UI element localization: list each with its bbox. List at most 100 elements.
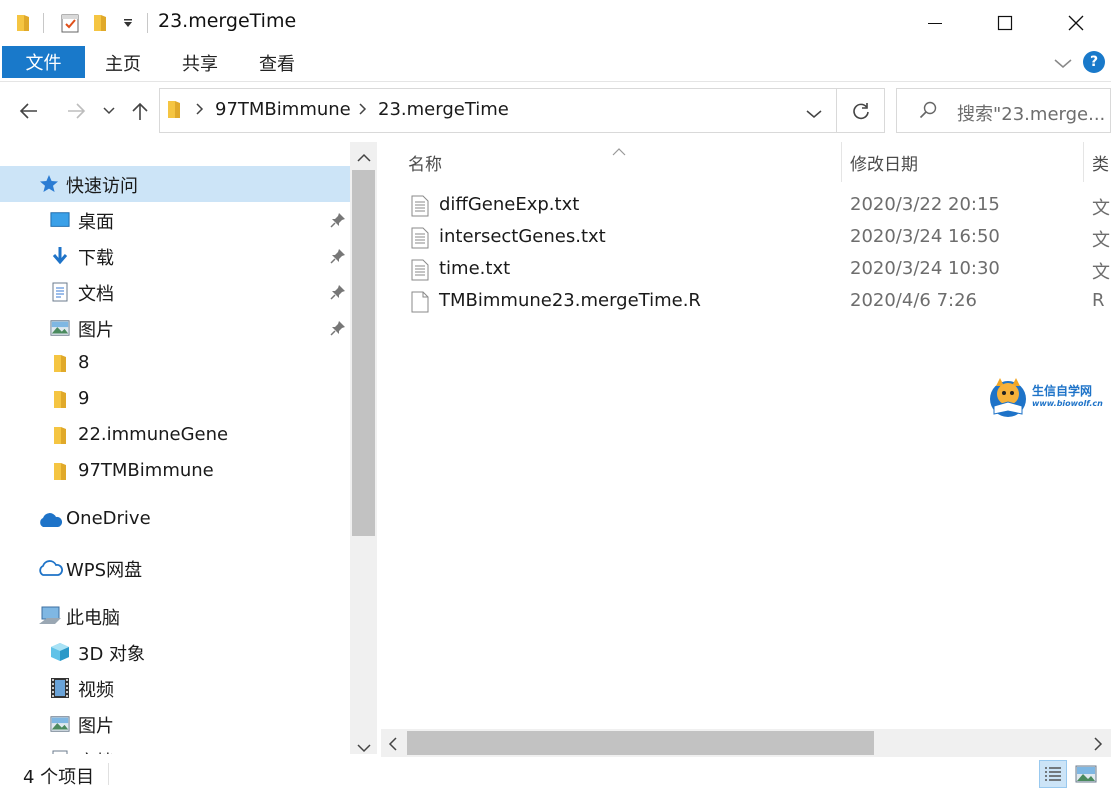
breadcrumb-97tmbimmune[interactable]: 97TMBimmune — [215, 99, 351, 120]
divider — [1083, 142, 1084, 182]
sort-ascending-icon — [611, 141, 627, 162]
download-icon — [50, 246, 70, 266]
content-hscrollbar-thumb[interactable] — [407, 731, 874, 755]
documents-icon — [50, 750, 70, 754]
tab-file[interactable]: 文件 — [2, 46, 85, 78]
navigation-pane: 快速访问 桌面 下载 文档 图片 8 9 22.immuneGene 97TMB… — [0, 142, 378, 754]
nav-item-3d-objects[interactable]: 3D 对象 — [0, 634, 350, 670]
item-count: 4 个项目 — [23, 767, 95, 788]
nav-label: 下载 — [78, 248, 114, 269]
details-view-button[interactable] — [1039, 760, 1067, 788]
properties-icon[interactable] — [57, 10, 83, 36]
new-folder-icon[interactable] — [89, 10, 111, 36]
file-row[interactable]: TMBimmune23.mergeTime.R 2020/4/6 7:26 R — [402, 287, 1111, 319]
nav-label: 此电脑 — [66, 608, 120, 629]
nav-label: 文档 — [78, 748, 114, 754]
nav-item-pictures-pc[interactable]: 图片 — [0, 706, 350, 742]
pin-icon[interactable] — [329, 319, 347, 337]
nav-label: 9 — [78, 388, 90, 409]
file-type: 文 — [1092, 198, 1110, 219]
nav-label: 97TMBimmune — [78, 460, 214, 481]
nav-item-downloads[interactable]: 下载 — [0, 238, 350, 274]
forward-button[interactable] — [61, 96, 91, 126]
nav-item-documents[interactable]: 文档 — [0, 274, 350, 310]
nav-item-pictures[interactable]: 图片 — [0, 310, 350, 346]
chevron-right-icon[interactable] — [195, 101, 205, 122]
file-row[interactable]: intersectGenes.txt 2020/3/24 16:50 文 — [402, 223, 1111, 255]
column-header-name[interactable]: 名称 — [408, 150, 442, 175]
tab-share[interactable]: 共享 — [182, 50, 218, 76]
pin-icon[interactable] — [329, 247, 347, 265]
file-date: 2020/3/24 16:50 — [850, 226, 1000, 247]
scroll-left-icon[interactable] — [387, 736, 399, 757]
nav-item-onedrive[interactable]: OneDrive — [0, 502, 350, 538]
divider — [43, 13, 44, 33]
nav-item-22-immunegene[interactable]: 22.immuneGene — [0, 418, 350, 454]
blank-file-icon — [411, 291, 429, 318]
up-button[interactable] — [125, 96, 155, 126]
search-box[interactable]: 搜索"23.merge... — [896, 88, 1111, 133]
nav-item-videos[interactable]: 视频 — [0, 670, 350, 706]
minimize-button[interactable] — [900, 0, 970, 46]
file-row[interactable]: diffGeneExp.txt 2020/3/22 20:15 文 — [402, 191, 1111, 223]
file-date: 2020/3/24 10:30 — [850, 258, 1000, 279]
nav-item-97tmbimmune[interactable]: 97TMBimmune — [0, 454, 350, 490]
tab-view[interactable]: 查看 — [259, 50, 295, 76]
nav-item-desktop[interactable]: 桌面 — [0, 202, 350, 238]
close-button[interactable] — [1041, 0, 1111, 46]
file-name: intersectGenes.txt — [439, 226, 606, 247]
nav-label: 图片 — [78, 716, 114, 737]
expand-ribbon-icon[interactable] — [1052, 52, 1074, 74]
nav-label: 3D 对象 — [78, 644, 146, 665]
nav-item-documents-pc[interactable]: 文档 — [0, 742, 350, 754]
nav-item-folder-8[interactable]: 8 — [0, 346, 350, 382]
watermark-name: 生信自学网 — [1032, 384, 1093, 398]
file-type: 文 — [1092, 262, 1110, 283]
nav-label: 图片 — [78, 320, 114, 341]
nav-label: 22.immuneGene — [78, 424, 229, 445]
column-header-date[interactable]: 修改日期 — [850, 150, 918, 175]
3d-objects-icon — [50, 642, 70, 662]
address-dropdown-icon[interactable] — [805, 104, 823, 125]
folder-icon — [50, 390, 70, 410]
watermark-logo: 生信自学网 www.biowolf.cn — [988, 376, 1111, 418]
file-name: diffGeneExp.txt — [439, 194, 580, 215]
nav-label: 8 — [78, 352, 90, 373]
nav-label: 视频 — [78, 680, 114, 701]
help-icon[interactable]: ? — [1083, 51, 1105, 73]
chevron-right-icon[interactable] — [358, 101, 368, 122]
file-row[interactable]: time.txt 2020/3/24 10:30 文 — [402, 255, 1111, 287]
scroll-down-icon[interactable] — [356, 738, 372, 759]
nav-item-folder-9[interactable]: 9 — [0, 382, 350, 418]
nav-item-wps[interactable]: WPS网盘 — [0, 550, 350, 586]
customize-toolbar-icon[interactable] — [118, 10, 138, 36]
divider — [108, 763, 109, 785]
folder-icon — [165, 100, 183, 125]
large-icons-view-button[interactable] — [1072, 760, 1100, 788]
wolf-logo-icon — [988, 376, 1028, 423]
search-icon — [919, 101, 937, 124]
tab-home[interactable]: 主页 — [105, 50, 141, 76]
text-file-icon — [411, 259, 429, 286]
file-name: TMBimmune23.mergeTime.R — [439, 290, 701, 311]
pin-icon[interactable] — [329, 211, 347, 229]
scroll-right-icon[interactable] — [1092, 736, 1104, 757]
column-header-type[interactable]: 类 — [1092, 150, 1109, 175]
pin-icon[interactable] — [329, 283, 347, 301]
search-input[interactable]: 搜索"23.merge... — [957, 100, 1105, 126]
recent-locations-icon[interactable] — [95, 96, 123, 126]
nav-item-quick-access[interactable]: 快速访问 — [0, 166, 350, 202]
nav-scrollbar-thumb[interactable] — [352, 170, 375, 536]
back-button[interactable] — [14, 96, 44, 126]
cloud-icon — [37, 558, 63, 578]
nav-item-this-pc[interactable]: 此电脑 — [0, 598, 350, 634]
breadcrumb-23-mergetime[interactable]: 23.mergeTime — [378, 99, 509, 120]
scroll-up-icon[interactable] — [356, 148, 372, 169]
maximize-button[interactable] — [970, 0, 1040, 46]
computer-icon — [38, 606, 62, 626]
refresh-button[interactable] — [837, 88, 885, 133]
pictures-icon — [50, 714, 70, 734]
videos-icon — [50, 678, 70, 698]
text-file-icon — [411, 227, 429, 254]
file-name: time.txt — [439, 258, 511, 279]
